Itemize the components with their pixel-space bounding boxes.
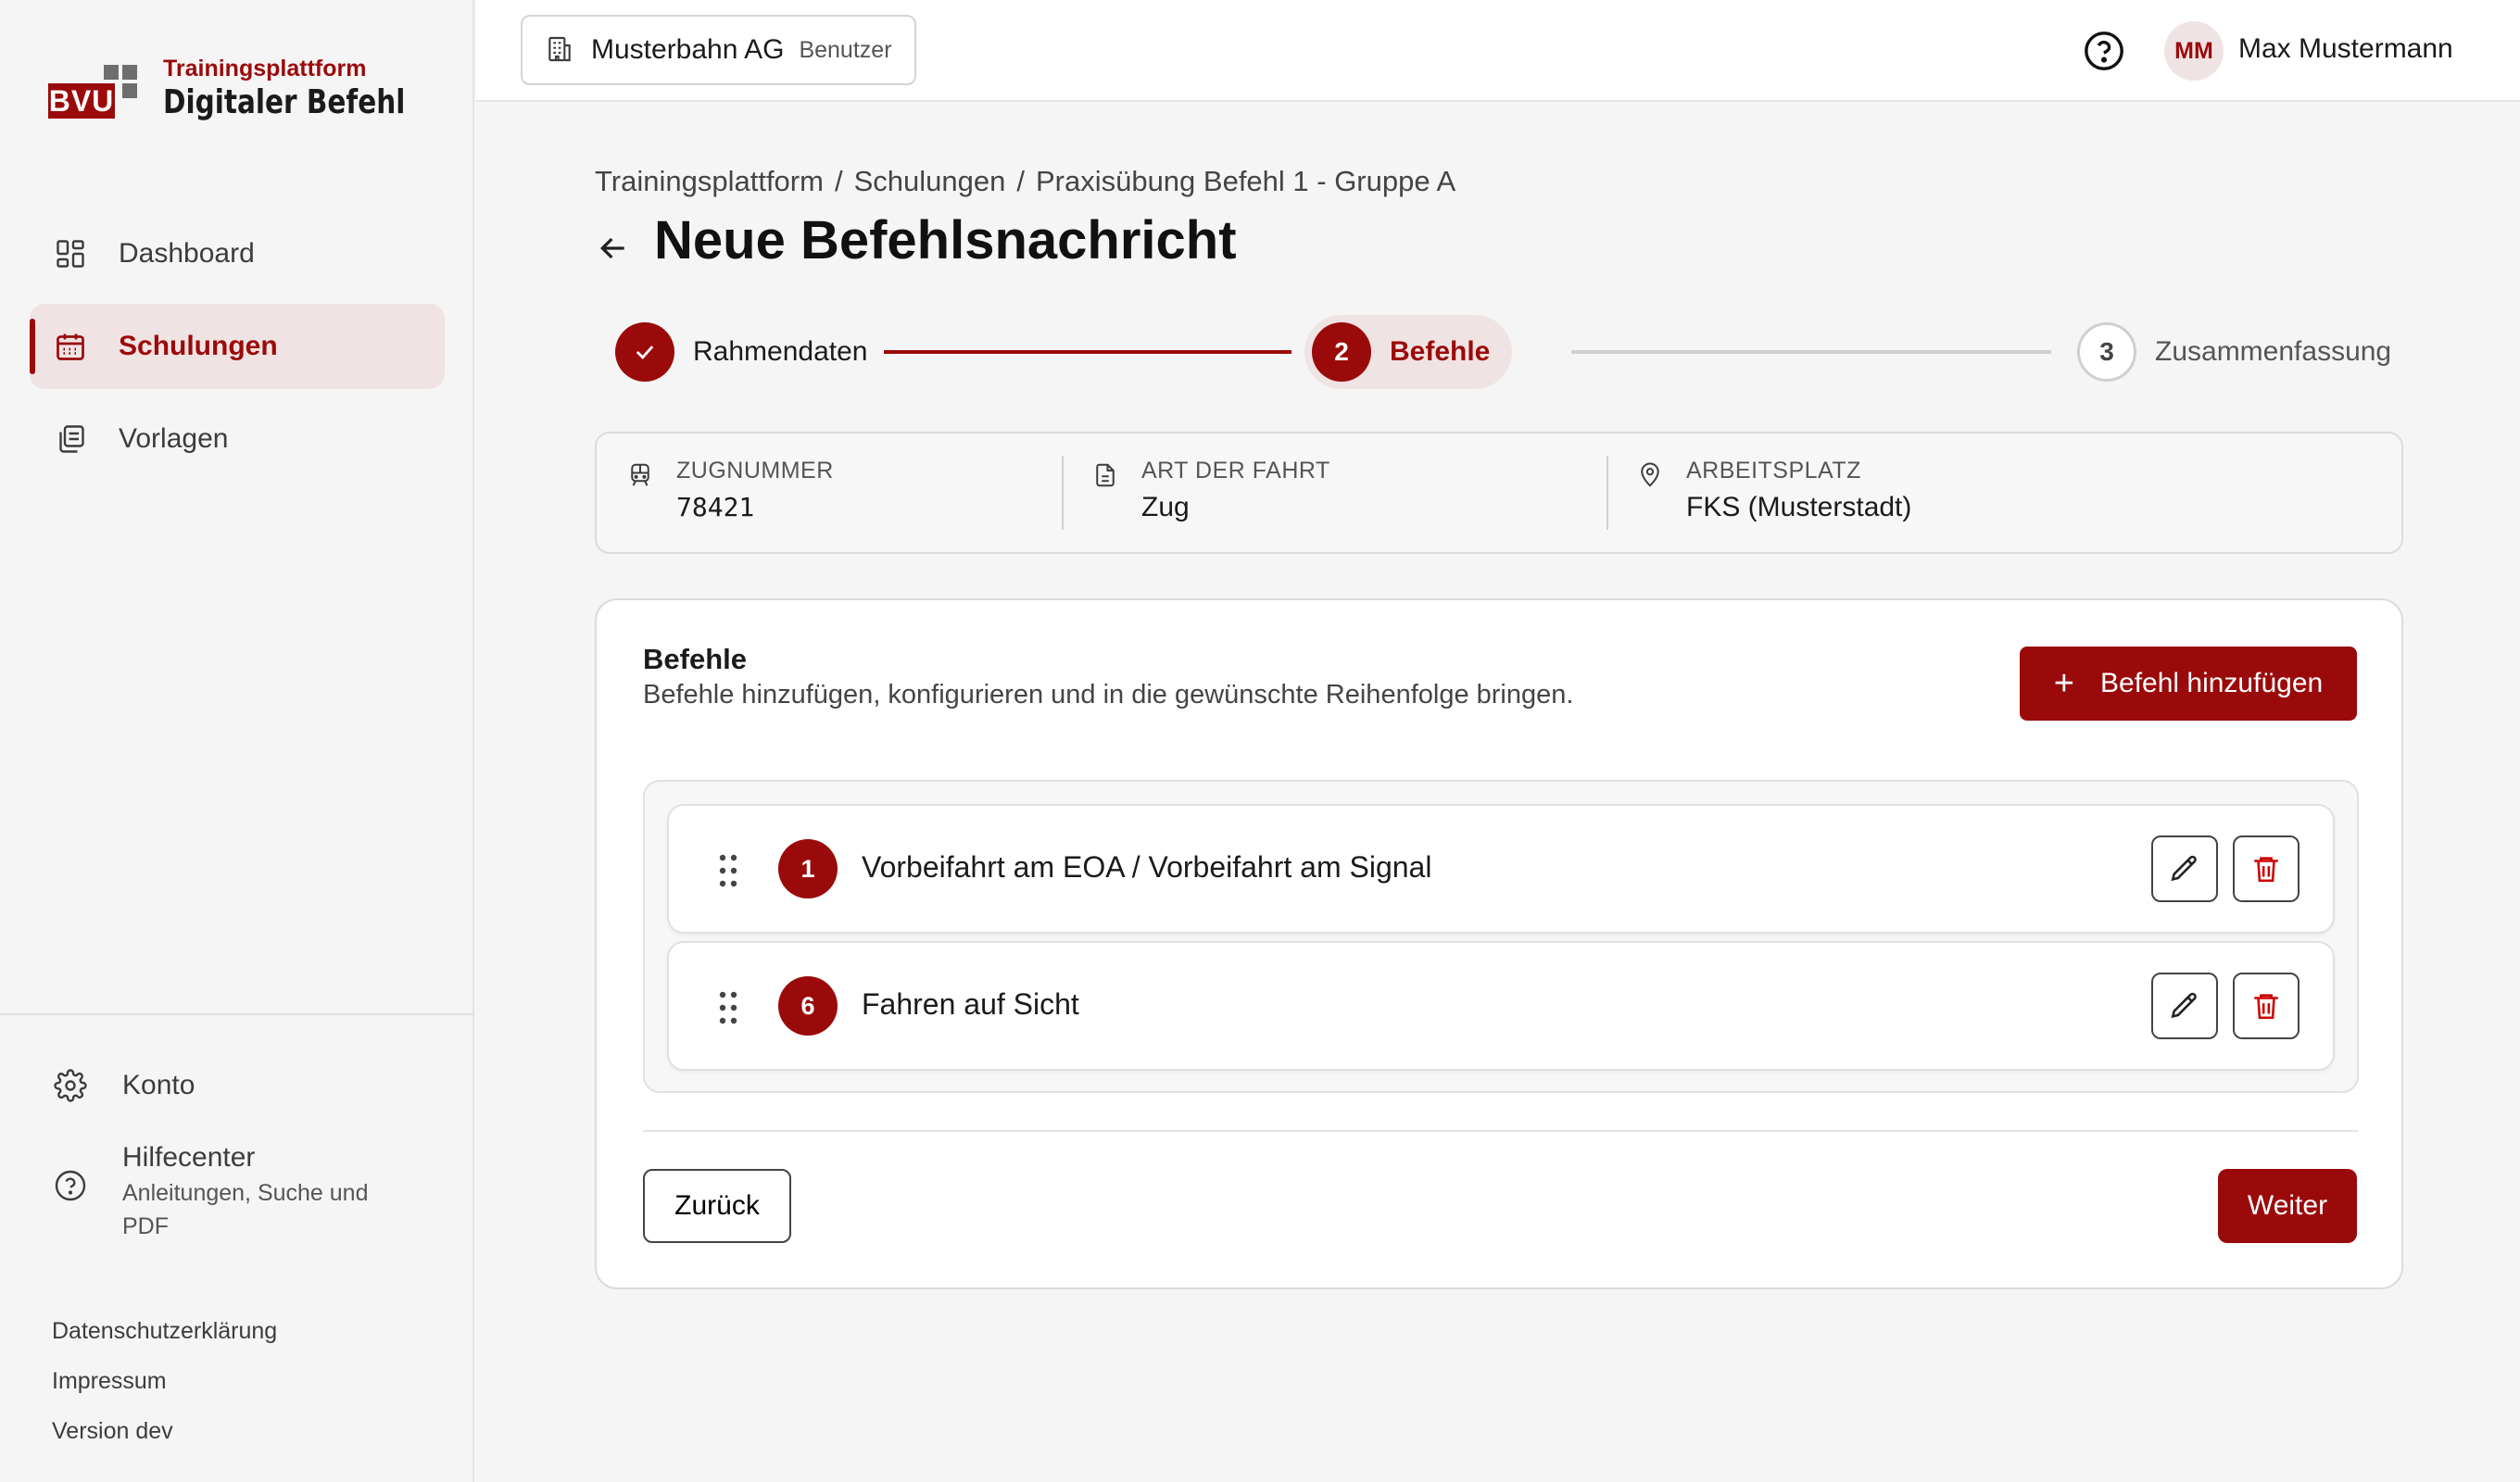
sidebar-item-label: Vorlagen — [119, 423, 229, 454]
breadcrumb-item-schulungen[interactable]: Schulungen — [854, 165, 1006, 198]
trash-icon — [2254, 857, 2278, 883]
step-befehle[interactable]: 2 Befehle — [1304, 315, 1513, 389]
sidebar-item-hilfecenter[interactable]: Hilfecenter Anleitungen, Suche und PDF — [52, 1139, 460, 1243]
imprint-link[interactable]: Impressum — [52, 1356, 277, 1406]
check-icon — [615, 322, 674, 382]
pencil-icon — [2171, 855, 2197, 882]
gear-icon — [52, 1067, 89, 1104]
edit-button[interactable] — [2151, 973, 2218, 1039]
help-circle-icon — [52, 1167, 89, 1204]
step-zusammenfassung[interactable]: 3 Zusammenfassung — [2077, 315, 2391, 389]
info-label: Art der Fahrt — [1141, 458, 1330, 484]
sidebar-item-vorlagen[interactable]: Vorlagen — [30, 396, 445, 482]
sidebar-item-dashboard[interactable]: Dashboard — [30, 211, 445, 296]
templates-icon — [52, 421, 89, 458]
organization-name: Musterbahn AG — [591, 34, 785, 65]
sidebar: BVU Trainingsplattform Digitaler Befehl … — [0, 0, 474, 1482]
konto-label: Konto — [122, 1070, 195, 1100]
sidebar-item-konto[interactable]: Konto — [52, 1047, 460, 1124]
befehl-number: 1 — [778, 839, 838, 898]
befehl-title: Vorbeifahrt am EOA / Vorbeifahrt am Sign… — [862, 850, 1432, 884]
building-icon — [545, 34, 576, 66]
befehle-title: Befehle — [643, 643, 747, 675]
sidebar-bottom: Konto Hilfecenter Anleitungen, Suche und… — [52, 1047, 460, 1243]
edit-button[interactable] — [2151, 835, 2218, 902]
step-label: Zusammenfassung — [2155, 336, 2392, 367]
info-label: Arbeitsplatz — [1686, 458, 1861, 484]
brand-logo[interactable]: BVU Trainingsplattform Digitaler Befehl — [48, 56, 405, 122]
topbar: Musterbahn AG Benutzer MM Max Mustermann — [476, 0, 2520, 102]
location-pin-icon — [1636, 461, 1666, 491]
befehle-card: Befehle Befehle hinzufügen, konfiguriere… — [595, 598, 2403, 1289]
pencil-icon — [2171, 992, 2197, 1019]
drag-handle-icon[interactable] — [717, 989, 739, 1026]
card-divider — [643, 1130, 2359, 1132]
step-label: Befehle — [1390, 336, 1491, 367]
breadcrumb-separator: / — [834, 165, 843, 197]
avatar[interactable]: MM — [2164, 21, 2224, 81]
hilfecenter-title: Hilfecenter — [122, 1142, 256, 1173]
dashboard-icon — [52, 235, 89, 272]
sidebar-nav: Dashboard Schulungen Vorlagen — [30, 211, 445, 489]
calendar-icon — [52, 328, 89, 365]
rahmendaten-summary: Zugnummer 78421 Art der Fahrt Zug Arbeit… — [595, 432, 2403, 554]
info-arbeitsplatz: Arbeitsplatz FKS (Musterstadt) — [1636, 458, 1911, 523]
sidebar-item-label: Schulungen — [119, 331, 278, 361]
sidebar-item-label: Dashboard — [119, 238, 255, 269]
step-rahmendaten[interactable]: Rahmendaten — [615, 315, 867, 389]
page-title: Neue Befehlsnachricht — [654, 210, 1237, 270]
info-art-der-fahrt: Art der Fahrt Zug — [1091, 458, 1330, 523]
main-content: Musterbahn AG Benutzer MM Max Mustermann… — [476, 0, 2520, 1482]
step-label: Rahmendaten — [693, 336, 868, 367]
step-connector-todo — [1571, 350, 2051, 354]
befehle-subtitle: Befehle hinzufügen, konfigurieren und in… — [643, 680, 1574, 710]
list-item[interactable]: 1 Vorbeifahrt am EOA / Vorbeifahrt am Si… — [667, 804, 2335, 934]
befehle-list: 1 Vorbeifahrt am EOA / Vorbeifahrt am Si… — [643, 780, 2359, 1093]
breadcrumb: Trainingsplattform / Schulungen / Praxis… — [595, 165, 1455, 198]
breadcrumb-item-current: Praxisübung Befehl 1 - Gruppe A — [1035, 165, 1456, 197]
info-zugnummer: Zugnummer 78421 — [626, 458, 834, 522]
info-value: 78421 — [676, 492, 755, 522]
bvu-logo-text: BVU — [48, 83, 115, 119]
list-item[interactable]: 6 Fahren auf Sicht — [667, 941, 2335, 1071]
sidebar-divider — [0, 1013, 474, 1015]
trash-icon — [2254, 994, 2278, 1020]
delete-button[interactable] — [2233, 973, 2300, 1039]
add-befehl-button[interactable]: + Befehl hinzufügen — [2020, 647, 2357, 721]
privacy-link[interactable]: Datenschutzerklärung — [52, 1306, 277, 1356]
brand-line1: Trainingsplattform — [163, 56, 367, 82]
breadcrumb-separator: / — [1016, 165, 1025, 197]
next-button[interactable]: Weiter — [2218, 1169, 2357, 1243]
info-label: Zugnummer — [676, 458, 834, 484]
user-name[interactable]: Max Mustermann — [2238, 33, 2453, 65]
stepper: Rahmendaten 2 Befehle 3 Zusammenfassung — [600, 315, 2392, 389]
train-icon — [626, 461, 656, 491]
footer-links: Datenschutzerklärung Impressum Version d… — [52, 1306, 277, 1456]
organization-role: Benutzer — [799, 36, 892, 63]
document-icon — [1091, 461, 1121, 491]
brand-line2: Digitaler Befehl — [163, 83, 406, 121]
info-value: FKS (Musterstadt) — [1686, 492, 1912, 522]
info-value: Zug — [1141, 492, 1190, 522]
organization-switcher[interactable]: Musterbahn AG Benutzer — [521, 15, 916, 85]
befehl-title: Fahren auf Sicht — [862, 987, 1079, 1021]
info-divider — [1606, 456, 1608, 530]
help-icon[interactable] — [2083, 30, 2125, 72]
breadcrumb-item-trainingsplattform[interactable]: Trainingsplattform — [595, 165, 824, 198]
step-number: 3 — [2077, 322, 2136, 382]
befehl-number: 6 — [778, 976, 838, 1036]
bvu-logo-mark: BVU — [48, 56, 141, 122]
drag-handle-icon[interactable] — [717, 852, 739, 889]
step-number: 2 — [1312, 322, 1371, 382]
version-label: Version dev — [52, 1418, 173, 1444]
sidebar-item-schulungen[interactable]: Schulungen — [30, 304, 445, 389]
back-button[interactable]: Zurück — [643, 1169, 791, 1243]
back-arrow-icon[interactable] — [595, 230, 632, 267]
hilfecenter-subtitle: Anleitungen, Suche und PDF — [122, 1180, 369, 1239]
step-connector-done — [884, 350, 1292, 354]
add-befehl-label: Befehl hinzufügen — [2100, 668, 2324, 698]
delete-button[interactable] — [2233, 835, 2300, 902]
info-divider — [1062, 456, 1064, 530]
plus-icon: + — [2053, 663, 2074, 703]
